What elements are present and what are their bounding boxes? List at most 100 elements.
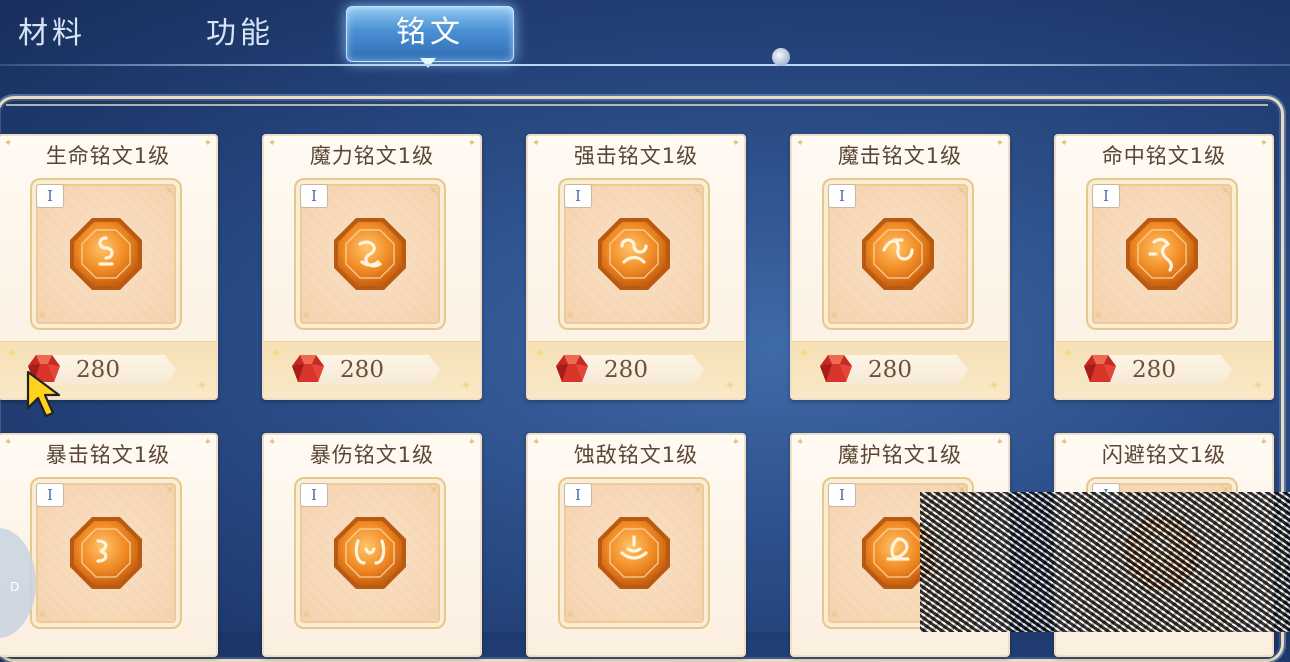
corner-star-icon: ✦ [995,138,1004,149]
tab-inscriptions[interactable]: 铭文 [346,6,514,62]
inscription-card[interactable]: 命中铭文1级 ✦ ✦ I ✕ ✕ ✦ ✦ 280 [1054,134,1274,400]
magic-strike-rune-icon [862,218,934,290]
inscription-card[interactable]: 生命铭文1级 ✦ ✦ I ✕ ✕ ✦ ✦ 280 [0,134,218,400]
frame-star-icon: ✕ [566,610,575,621]
inscription-name: 蚀敌铭文1级 [573,443,699,467]
corner-star-icon: ✦ [203,437,212,448]
life-rune-icon [70,218,142,290]
frame-star-icon: ✕ [693,186,702,197]
corner-star-icon: ✦ [532,138,541,149]
level-badge: I [564,184,592,208]
tab-bar: 材料 功能 铭文 [0,0,1290,70]
obscured-region [920,492,1290,632]
frame-star-icon: ✕ [302,311,311,322]
corner-star-icon: ✦ [268,138,277,149]
inscription-name: 闪避铭文1级 [1101,443,1227,467]
corner-star-icon: ✦ [467,437,476,448]
inscription-icon-frame: I ✕ ✕ [822,178,974,330]
side-button-label: D [10,580,20,594]
corner-star-icon: ✦ [1259,138,1268,149]
frame-star-icon: ✕ [830,610,839,621]
ruby-icon [820,355,852,382]
level-badge: I [300,184,328,208]
ruby-icon [292,355,324,382]
sparkle-icon: ✦ [6,346,18,362]
level-badge: I [828,184,856,208]
level-badge: I [1092,184,1120,208]
frame-star-icon: ✕ [429,485,438,496]
inscription-card[interactable]: 蚀敌铭文1级 ✦ ✦ I ✕ ✕ [526,433,746,657]
corner-star-icon: ✦ [796,437,805,448]
level-badge: I [300,483,328,507]
sparkle-icon: ✦ [196,378,208,394]
corner-star-icon: ✦ [1259,437,1268,448]
erode-rune-icon [598,517,670,589]
inscription-name: 暴伤铭文1级 [309,443,435,467]
price-bar: ✦ ✦ 280 [792,341,1008,398]
tab-functions[interactable]: 功能 [200,8,280,60]
inscription-icon-frame: I ✕ ✕ [30,178,182,330]
inscription-icon-frame: I ✕ ✕ [558,477,710,629]
sparkle-icon: ✦ [534,346,546,362]
tab-divider [0,64,1290,66]
sparkle-icon: ✦ [1062,346,1074,362]
inscription-name: 暴击铭文1级 [45,443,171,467]
frame-star-icon: ✕ [38,610,47,621]
frame-star-icon: ✕ [566,311,575,322]
inscription-card[interactable]: 魔力铭文1级 ✦ ✦ I ✕ ✕ ✦ ✦ 280 [262,134,482,400]
frame-star-icon: ✕ [1094,311,1103,322]
frame-star-icon: ✕ [302,610,311,621]
accuracy-rune-icon [1126,218,1198,290]
inscription-name: 魔击铭文1级 [837,144,963,168]
frame-star-icon: ✕ [165,485,174,496]
inscription-name: 命中铭文1级 [1101,144,1227,168]
inscription-card[interactable]: 强击铭文1级 ✦ ✦ I ✕ ✕ ✦ ✦ 280 [526,134,746,400]
inscription-icon-frame: I ✕ ✕ [558,178,710,330]
frame-star-icon: ✕ [830,311,839,322]
inscription-name: 生命铭文1级 [45,144,171,168]
active-tab-indicator [420,58,436,68]
crit-rune-icon [70,517,142,589]
mana-rune-icon [334,218,406,290]
inscription-icon-frame: I ✕ ✕ [294,477,446,629]
corner-star-icon: ✦ [268,437,277,448]
inscription-card[interactable]: 暴伤铭文1级 ✦ ✦ I ✕ ✕ [262,433,482,657]
sparkle-icon: ✦ [724,378,736,394]
ruby-icon [1084,355,1116,382]
inscription-icon-frame: I ✕ ✕ [1086,178,1238,330]
price-bar: ✦ ✦ 280 [264,341,480,398]
frame-star-icon: ✕ [1221,186,1230,197]
sparkle-icon: ✦ [988,378,1000,394]
inscription-card[interactable]: 魔击铭文1级 ✦ ✦ I ✕ ✕ ✦ ✦ 280 [790,134,1010,400]
corner-star-icon: ✦ [1060,138,1069,149]
ruby-icon [556,355,588,382]
sparkle-icon: ✦ [270,346,282,362]
sparkle-icon: ✦ [1252,378,1264,394]
corner-star-icon: ✦ [467,138,476,149]
panel-top-line [6,104,1268,106]
inscription-card[interactable]: 暴击铭文1级 ✦ ✦ I ✕ ✕ [0,433,218,657]
inscription-name: 强击铭文1级 [573,144,699,168]
sparkle-icon: ✦ [798,346,810,362]
level-badge: I [36,483,64,507]
tab-materials[interactable]: 材料 [12,8,92,60]
level-badge: I [828,483,856,507]
level-badge: I [564,483,592,507]
price-bar: ✦ ✦ 280 [1056,341,1272,398]
corner-star-icon: ✦ [4,138,13,149]
corner-star-icon: ✦ [4,437,13,448]
price-bar: ✦ ✦ 280 [528,341,744,398]
frame-star-icon: ✕ [165,186,174,197]
corner-star-icon: ✦ [731,437,740,448]
mouse-cursor-icon [26,370,61,418]
crit-damage-rune-icon [334,517,406,589]
sparkle-icon: ✦ [460,378,472,394]
scroll-orb-icon [772,48,790,66]
corner-star-icon: ✦ [1060,437,1069,448]
inscription-name: 魔力铭文1级 [309,144,435,168]
corner-star-icon: ✦ [203,138,212,149]
corner-star-icon: ✦ [532,437,541,448]
frame-star-icon: ✕ [693,485,702,496]
frame-star-icon: ✕ [957,186,966,197]
corner-star-icon: ✦ [731,138,740,149]
